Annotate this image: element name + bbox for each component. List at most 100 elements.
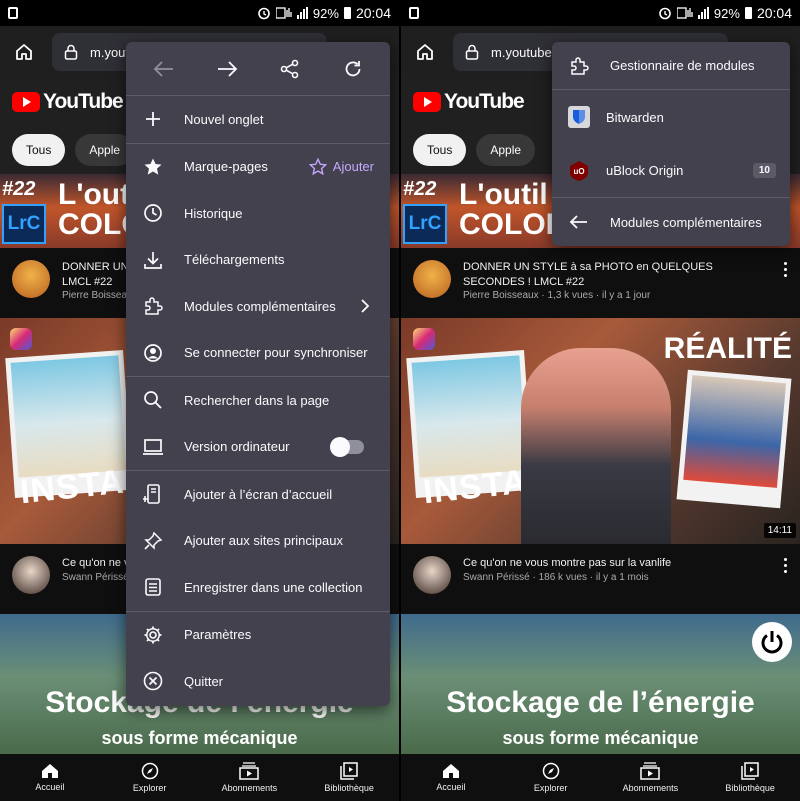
- left-screen: 92% 20:04 m.youtu YouTube Tous Apple #22…: [0, 0, 399, 801]
- blocked-count-badge: 10: [752, 163, 776, 178]
- gear-icon: [143, 625, 163, 645]
- menu-sync[interactable]: Se connecter pour synchroniser: [126, 330, 390, 377]
- nav-subscriptions-label: Abonnements: [622, 783, 679, 793]
- instagram-icon: [413, 328, 435, 350]
- ublock-icon: uO: [568, 160, 590, 182]
- home-button[interactable]: [409, 36, 441, 68]
- library-icon: [741, 762, 759, 780]
- video-thumbnail-2[interactable]: INSTA RÉALITÉ 14:11: [401, 318, 800, 544]
- alarm-icon: [659, 7, 671, 20]
- video-meta-2[interactable]: Ce qu'on ne vous montre pas sur la vanli…: [401, 544, 800, 614]
- collection-icon: [143, 577, 163, 597]
- battery-icon: [343, 7, 351, 19]
- person-figure: [521, 348, 671, 544]
- video-thumbnail-3[interactable]: Stockage de l’énergie sous forme mécaniq…: [401, 614, 800, 754]
- nav-subscriptions-label: Abonnements: [221, 783, 278, 793]
- channel-avatar[interactable]: [413, 556, 451, 594]
- more-options-button[interactable]: [784, 558, 788, 573]
- menu-bookmarks[interactable]: Marque-pages Ajouter: [126, 144, 390, 191]
- compass-icon: [542, 762, 559, 780]
- power-icon: [752, 622, 792, 662]
- menu-addons[interactable]: Modules complémentaires: [126, 283, 390, 330]
- home-icon: [417, 44, 433, 60]
- account-icon: [143, 343, 163, 363]
- menu-new-tab[interactable]: Nouvel onglet: [126, 96, 390, 143]
- addon-ublock-label: uBlock Origin: [606, 163, 684, 178]
- youtube-play-icon: [413, 92, 441, 112]
- add-bookmark-button[interactable]: Ajouter: [308, 157, 374, 176]
- menu-desktop-site[interactable]: Version ordinateur: [126, 424, 390, 471]
- menu-quit-label: Quitter: [184, 673, 224, 689]
- arrow-left-icon: [153, 60, 173, 77]
- channel-avatar[interactable]: [12, 260, 50, 298]
- nav-home[interactable]: Accueil: [401, 754, 501, 801]
- lock-icon: [64, 44, 78, 60]
- library-icon: [340, 762, 358, 780]
- addon-bitwarden[interactable]: Bitwarden: [552, 90, 790, 144]
- subscriptions-icon: [239, 762, 260, 780]
- video-meta-1[interactable]: DONNER UN STYLE à sa PHOTO en QUELQUES S…: [401, 248, 800, 318]
- menu-settings[interactable]: Paramètres: [126, 612, 390, 659]
- thumb3-subtitle: sous forme mécanique: [101, 728, 298, 748]
- more-options-button[interactable]: [784, 262, 788, 277]
- nav-subscriptions[interactable]: Abonnements: [601, 754, 701, 801]
- nav-explore[interactable]: Explorer: [100, 754, 200, 801]
- nav-subscriptions[interactable]: Abonnements: [200, 754, 300, 801]
- menu-history[interactable]: Historique: [126, 190, 390, 237]
- reload-icon: [345, 60, 360, 76]
- status-bar: 92% 20:04: [401, 0, 800, 26]
- photo-frame-right: [676, 369, 792, 509]
- menu-save-collection[interactable]: Enregistrer dans une collection: [126, 564, 390, 611]
- star-outline-icon: [308, 157, 327, 175]
- app-notification-icon: [8, 7, 18, 19]
- youtube-logo[interactable]: YouTube: [12, 90, 124, 114]
- nav-library[interactable]: Bibliothèque: [299, 754, 399, 801]
- menu-add-top-sites[interactable]: Ajouter aux sites principaux: [126, 518, 390, 565]
- video-title-line2: LMCL #22: [62, 276, 113, 288]
- channel-name: Pierre Boisseau: [62, 290, 133, 301]
- desktop-site-toggle[interactable]: [330, 436, 364, 457]
- chip-tous[interactable]: Tous: [12, 134, 66, 166]
- menu-quit[interactable]: Quitter: [126, 658, 390, 705]
- reload-button[interactable]: [335, 51, 371, 87]
- nav-explore-label: Explorer: [533, 783, 568, 793]
- youtube-logo[interactable]: YouTube: [413, 90, 525, 114]
- addons-back-button[interactable]: Modules complémentaires: [552, 198, 790, 246]
- lock-icon: [465, 44, 479, 60]
- menu-add-to-home[interactable]: Ajouter à l’écran d’accueil: [126, 471, 390, 518]
- nav-library-label: Bibliothèque: [324, 783, 374, 793]
- forward-button[interactable]: [209, 51, 245, 87]
- nav-library[interactable]: Bibliothèque: [700, 754, 800, 801]
- bottom-nav: Accueil Explorer Abonnements Bibliothèqu…: [0, 754, 399, 801]
- nav-home-label: Accueil: [436, 782, 466, 792]
- menu-sync-label: Se connecter pour synchroniser: [184, 345, 368, 361]
- menu-downloads[interactable]: Téléchargements: [126, 237, 390, 284]
- view-count: 186 k vues: [538, 572, 587, 583]
- menu-desktop-label: Version ordinateur: [184, 439, 290, 455]
- svg-text:uO: uO: [573, 167, 584, 176]
- home-button[interactable]: [8, 36, 40, 68]
- puzzle-icon: [143, 296, 163, 316]
- download-icon: [143, 250, 163, 270]
- video-title: DONNER UN STYLE à sa PHOTO en QUELQUES S…: [463, 261, 713, 288]
- nav-library-label: Bibliothèque: [725, 783, 775, 793]
- youtube-logo-text: YouTube: [43, 90, 124, 113]
- chip-tous[interactable]: Tous: [413, 134, 467, 166]
- wifi-4g-icon: [676, 7, 693, 19]
- nav-explore[interactable]: Explorer: [501, 754, 601, 801]
- addons-manager-item[interactable]: Gestionnaire de modules: [552, 42, 790, 90]
- bitwarden-icon: [568, 106, 590, 128]
- video-byline: Swann Périssé · 186 k vues · il y a 1 mo…: [463, 572, 649, 583]
- chip-apple[interactable]: Apple: [476, 134, 536, 166]
- arrow-left-icon: [568, 211, 590, 233]
- menu-find-in-page[interactable]: Rechercher dans la page: [126, 377, 390, 424]
- subscriptions-icon: [640, 762, 661, 780]
- addon-ublock[interactable]: uO uBlock Origin 10: [552, 144, 790, 198]
- back-button[interactable]: [146, 51, 182, 87]
- lightroom-logo: LrC: [2, 204, 46, 244]
- channel-avatar[interactable]: [12, 556, 50, 594]
- nav-home[interactable]: Accueil: [0, 754, 100, 801]
- share-button[interactable]: [272, 51, 308, 87]
- channel-avatar[interactable]: [413, 260, 451, 298]
- video-byline: Pierre Boisseaux · 1,3 k vues · il y a 1…: [463, 290, 651, 301]
